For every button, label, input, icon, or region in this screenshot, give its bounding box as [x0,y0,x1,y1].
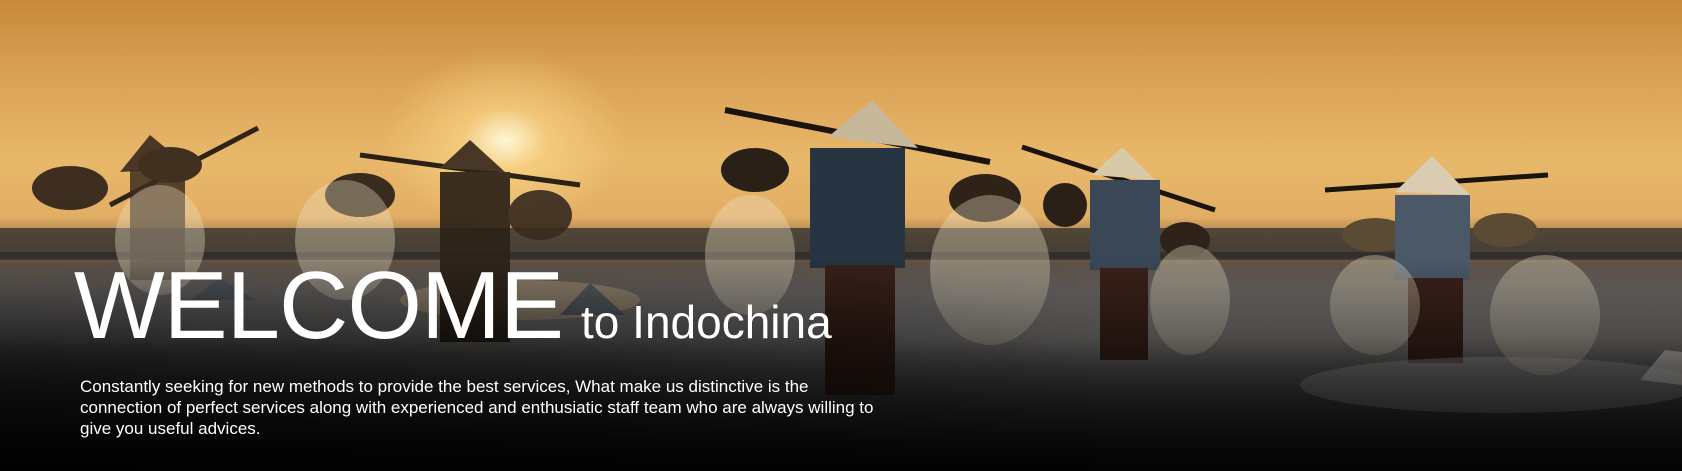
hero-title: WELCOME [74,252,564,359]
hero-subtitle: to Indochina [581,296,832,348]
hero-description: Constantly seeking for new methods to pr… [80,377,874,438]
hero-headline: WELCOME to Indochina [74,258,832,354]
hero-banner: WELCOME to Indochina Constantly seeking f… [0,0,1682,471]
